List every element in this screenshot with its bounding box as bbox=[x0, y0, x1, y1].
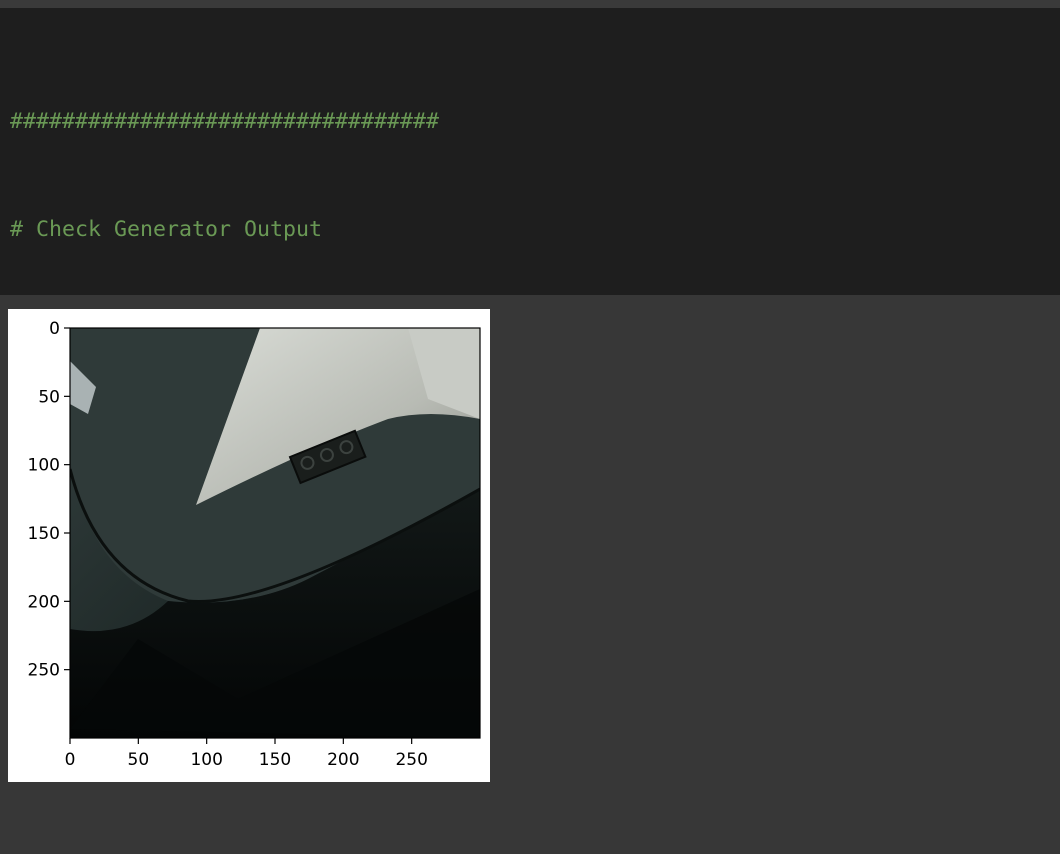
y-tick-label: 150 bbox=[28, 524, 60, 544]
code-cell[interactable]: ################################# # Chec… bbox=[0, 8, 1060, 777]
y-tick-label: 50 bbox=[38, 387, 60, 407]
x-tick-label: 200 bbox=[327, 750, 359, 770]
code-line-2: # Check Generator Output bbox=[10, 216, 323, 242]
x-tick-label: 100 bbox=[190, 750, 222, 770]
imshow-plot: 0 50 100 150 200 250 0 50 100 150 200 250 bbox=[28, 319, 481, 770]
y-tick-label: 0 bbox=[49, 319, 60, 339]
x-tick-label: 50 bbox=[128, 750, 150, 770]
photo-image bbox=[70, 328, 480, 738]
y-tick-label: 200 bbox=[28, 592, 60, 612]
code-line-1: ################################# bbox=[10, 109, 440, 135]
top-strip bbox=[0, 0, 1060, 8]
cell-output: 0 50 100 150 200 250 0 50 100 150 200 250 bbox=[0, 295, 1060, 782]
x-tick-label: 250 bbox=[395, 750, 427, 770]
x-tick-label: 0 bbox=[65, 750, 76, 770]
imshow-output: 0 50 100 150 200 250 0 50 100 150 200 250 bbox=[8, 309, 490, 782]
x-tick-label: 150 bbox=[259, 750, 291, 770]
y-tick-label: 100 bbox=[28, 456, 60, 476]
y-tick-label: 250 bbox=[28, 661, 60, 681]
